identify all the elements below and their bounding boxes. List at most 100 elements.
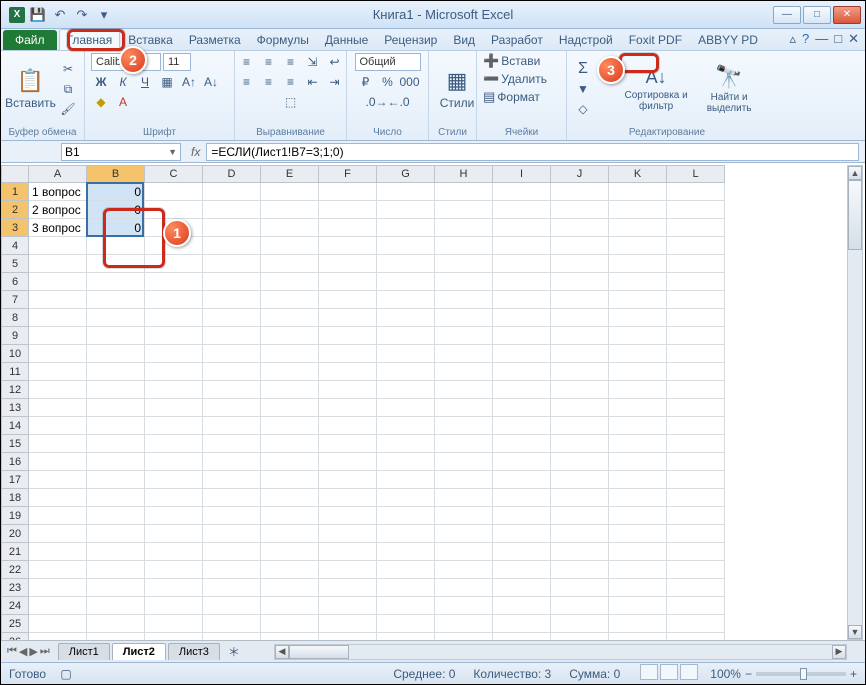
namebox-dropdown-icon[interactable]: ▼	[168, 147, 177, 157]
cell-A3[interactable]: 3 вопрос	[29, 219, 87, 237]
cell-G10[interactable]	[377, 345, 435, 363]
row-header-14[interactable]: 14	[1, 417, 29, 435]
scroll-left-icon[interactable]: ◀	[275, 645, 289, 659]
cell-D23[interactable]	[203, 579, 261, 597]
cell-D16[interactable]	[203, 453, 261, 471]
col-header-A[interactable]: A	[29, 165, 87, 183]
cell-L21[interactable]	[667, 543, 725, 561]
cell-B14[interactable]	[87, 417, 145, 435]
col-header-H[interactable]: H	[435, 165, 493, 183]
cell-E19[interactable]	[261, 507, 319, 525]
paste-button[interactable]: 📋 Вставить	[7, 66, 54, 112]
cell-I19[interactable]	[493, 507, 551, 525]
cell-F1[interactable]	[319, 183, 377, 201]
cell-J8[interactable]	[551, 309, 609, 327]
cell-E13[interactable]	[261, 399, 319, 417]
cell-H22[interactable]	[435, 561, 493, 579]
cell-A8[interactable]	[29, 309, 87, 327]
grow-font-icon[interactable]: A↑	[179, 73, 199, 91]
cell-K18[interactable]	[609, 489, 667, 507]
cell-D13[interactable]	[203, 399, 261, 417]
cell-J20[interactable]	[551, 525, 609, 543]
cell-A21[interactable]	[29, 543, 87, 561]
cell-J18[interactable]	[551, 489, 609, 507]
cell-L7[interactable]	[667, 291, 725, 309]
cell-G20[interactable]	[377, 525, 435, 543]
cell-H19[interactable]	[435, 507, 493, 525]
cell-K23[interactable]	[609, 579, 667, 597]
cell-K10[interactable]	[609, 345, 667, 363]
cell-I10[interactable]	[493, 345, 551, 363]
cell-H9[interactable]	[435, 327, 493, 345]
col-header-L[interactable]: L	[667, 165, 725, 183]
cell-A12[interactable]	[29, 381, 87, 399]
cell-F3[interactable]	[319, 219, 377, 237]
cell-B11[interactable]	[87, 363, 145, 381]
cell-C14[interactable]	[145, 417, 203, 435]
cell-K6[interactable]	[609, 273, 667, 291]
cell-D4[interactable]	[203, 237, 261, 255]
sheet-prev-icon[interactable]: ◀	[19, 645, 27, 658]
clear-icon[interactable]: ◇	[573, 100, 593, 118]
cell-L14[interactable]	[667, 417, 725, 435]
cell-G13[interactable]	[377, 399, 435, 417]
cell-H15[interactable]	[435, 435, 493, 453]
cell-C11[interactable]	[145, 363, 203, 381]
cell-K16[interactable]	[609, 453, 667, 471]
row-header-2[interactable]: 2	[1, 201, 29, 219]
cell-I1[interactable]	[493, 183, 551, 201]
cell-J5[interactable]	[551, 255, 609, 273]
cell-J26[interactable]	[551, 633, 609, 640]
cell-H3[interactable]	[435, 219, 493, 237]
cell-C8[interactable]	[145, 309, 203, 327]
mdi-restore-icon[interactable]: □	[834, 31, 842, 47]
cell-B6[interactable]	[87, 273, 145, 291]
cell-L15[interactable]	[667, 435, 725, 453]
cell-L17[interactable]	[667, 471, 725, 489]
cell-H20[interactable]	[435, 525, 493, 543]
cell-E15[interactable]	[261, 435, 319, 453]
cell-K5[interactable]	[609, 255, 667, 273]
col-header-I[interactable]: I	[493, 165, 551, 183]
cell-F26[interactable]	[319, 633, 377, 640]
tab-данные[interactable]: Данные	[317, 29, 376, 50]
cell-I5[interactable]	[493, 255, 551, 273]
cell-D3[interactable]	[203, 219, 261, 237]
cell-J13[interactable]	[551, 399, 609, 417]
cell-J12[interactable]	[551, 381, 609, 399]
cell-C7[interactable]	[145, 291, 203, 309]
undo-icon[interactable]: ↶	[51, 6, 69, 24]
fx-icon[interactable]: fx	[191, 145, 200, 159]
cell-K12[interactable]	[609, 381, 667, 399]
cell-F8[interactable]	[319, 309, 377, 327]
cell-G9[interactable]	[377, 327, 435, 345]
tab-надстрой[interactable]: Надстрой	[551, 29, 621, 50]
cell-B5[interactable]	[87, 255, 145, 273]
cell-D25[interactable]	[203, 615, 261, 633]
cut-icon[interactable]: ✂	[58, 60, 78, 78]
cell-C15[interactable]	[145, 435, 203, 453]
cell-A26[interactable]	[29, 633, 87, 640]
cell-E14[interactable]	[261, 417, 319, 435]
name-box[interactable]: B1 ▼	[61, 143, 181, 161]
cell-J17[interactable]	[551, 471, 609, 489]
cell-D19[interactable]	[203, 507, 261, 525]
cell-L22[interactable]	[667, 561, 725, 579]
cell-H13[interactable]	[435, 399, 493, 417]
cell-F22[interactable]	[319, 561, 377, 579]
cell-I22[interactable]	[493, 561, 551, 579]
cell-L1[interactable]	[667, 183, 725, 201]
italic-icon[interactable]: К	[113, 73, 133, 91]
cell-I25[interactable]	[493, 615, 551, 633]
macro-record-icon[interactable]: ▢	[56, 665, 76, 683]
cell-E23[interactable]	[261, 579, 319, 597]
cell-D20[interactable]	[203, 525, 261, 543]
cell-K25[interactable]	[609, 615, 667, 633]
cell-K8[interactable]	[609, 309, 667, 327]
col-header-J[interactable]: J	[551, 165, 609, 183]
zoom-in-icon[interactable]: +	[850, 667, 857, 681]
cell-C24[interactable]	[145, 597, 203, 615]
row-header-8[interactable]: 8	[1, 309, 29, 327]
cell-F16[interactable]	[319, 453, 377, 471]
cell-A24[interactable]	[29, 597, 87, 615]
